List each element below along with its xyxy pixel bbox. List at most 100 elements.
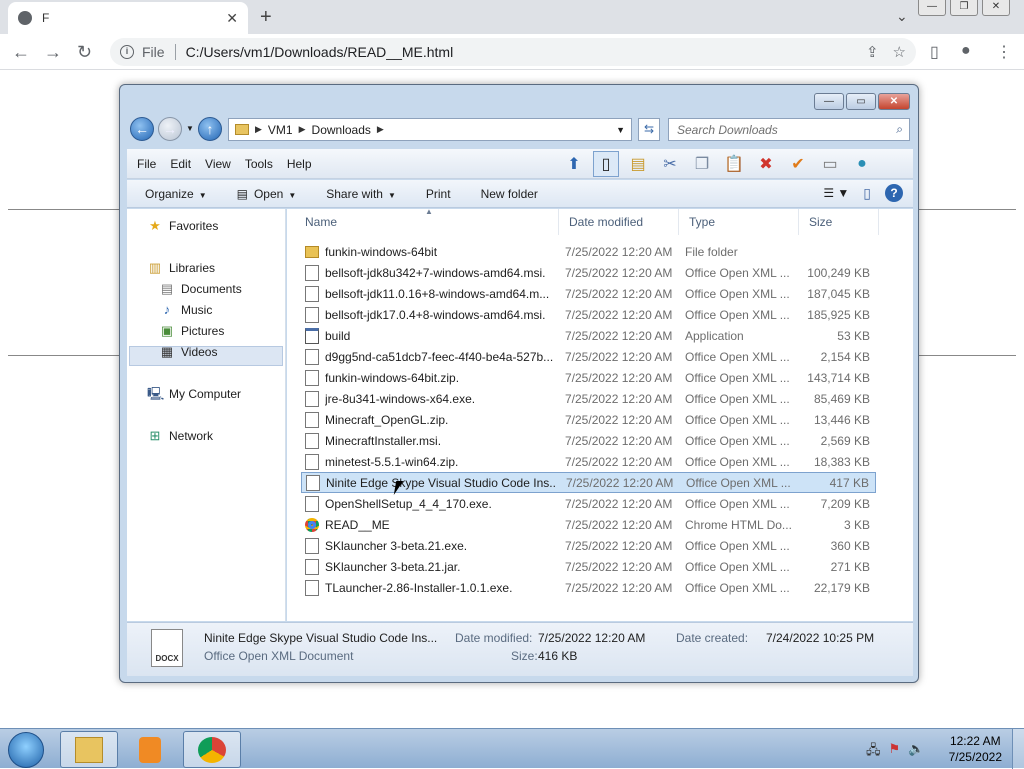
tab-search-chevron-icon[interactable]: ⌄ [896,8,908,25]
tab-close-icon[interactable]: ✕ [226,10,238,27]
tab-title: F [42,11,50,25]
url-text[interactable]: C:/Users/vm1/Downloads/READ__ME.html [186,44,852,60]
explorer-minimize-button[interactable]: — [814,93,844,110]
column-header-type[interactable]: Type [679,209,799,235]
nav-label: Pictures [181,324,225,338]
view-options-icon[interactable]: ☰ ▼ [823,186,849,200]
menu-tools[interactable]: Tools [245,157,273,171]
bookmark-star-icon[interactable]: ☆ [893,43,906,61]
taskbar-explorer[interactable] [60,731,118,768]
file-row[interactable]: d9gg5nd-ca51dcb7-feec-4f40-be4a-527b... 7… [301,346,876,367]
column-header-size[interactable]: Size [799,209,879,235]
column-header-date-modified[interactable]: Date modified [559,209,679,235]
nav-network[interactable]: ⊞ Network [147,429,214,444]
file-row[interactable]: bellsoft-jdk11.0.16+8-windows-amd64.m...… [301,283,876,304]
action-center-icon[interactable]: ⚑ [889,741,901,763]
menu-help[interactable]: Help [287,157,312,171]
info-icon[interactable]: i [120,45,134,59]
file-row[interactable]: funkin-windows-64bit.zip. 7/25/2022 12:20… [301,367,876,388]
explorer-maximize-button[interactable]: ▭ [846,93,876,110]
file-row[interactable]: SKlauncher 3-beta.21.jar. 7/25/2022 12:20… [301,556,876,577]
explorer-breadcrumb[interactable]: ▶ VM1 ▶ Downloads ▶ ▼ [228,118,632,141]
recent-pages-chevron-icon[interactable]: ▼ [186,124,194,133]
search-input[interactable]: Search Downloads ⌕ [668,118,910,141]
file-row[interactable]: build 7/25/2022 12:20 AM Application 53 KB [301,325,876,346]
clock[interactable]: 12:22 AM 7/25/2022 [949,733,1002,765]
file-row[interactable]: Minecraft_OpenGL.zip. 7/25/2022 12:20 AM O… [301,409,876,430]
file-row[interactable]: funkin-windows-64bit 7/25/2022 12:20 AM Fi… [301,241,876,262]
browser-tab[interactable]: F ✕ [8,2,248,34]
folders-pane-icon[interactable]: ▯ [593,151,619,177]
open-button[interactable]: ▤ Open ▼ [237,187,297,201]
cut-icon[interactable]: ✂ [657,151,683,177]
up-folder-icon[interactable]: ⬆ [561,151,587,177]
folder-options-icon[interactable]: ▤ [625,151,651,177]
properties-icon[interactable]: ▭ [817,151,843,177]
menu-view[interactable]: View [205,157,231,171]
nav-documents[interactable]: ▤ Documents [159,282,242,297]
nav-music[interactable]: ♪ Music [159,303,213,318]
volume-icon[interactable]: 🔈 [908,741,924,763]
explorer-close-button[interactable]: ✕ [878,93,910,110]
nav-my-computer[interactable]: 🖳 My Computer [147,387,241,402]
breadcrumb-chevron-icon[interactable]: ▶ [255,124,262,135]
share-with-button[interactable]: Share with ▼ [326,187,396,201]
breadcrumb-vm1[interactable]: VM1 [268,123,293,137]
taskbar-chrome[interactable] [183,731,241,768]
network-tray-icon[interactable]: 🖧 [866,741,881,763]
back-arrow-icon[interactable]: ← [12,42,30,63]
minimize-button[interactable]: — [918,0,946,16]
column-header-name[interactable]: Name [295,209,559,235]
new-tab-button[interactable]: + [260,6,272,29]
new-folder-button[interactable]: New folder [481,187,538,201]
organize-button[interactable]: Organize ▼ [145,187,207,201]
back-arrow-icon[interactable]: ← [130,117,154,141]
file-row[interactable]: READ__ME 7/25/2022 12:20 AM Chrome HTML Do… [301,514,876,535]
preview-pane-icon[interactable]: ▯ [863,185,871,202]
nav-favorites[interactable]: ★ Favorites [147,219,218,234]
file-row[interactable]: TLauncher-2.86-Installer-1.0.1.exe. 7/25/… [301,577,876,598]
menu-file[interactable]: File [137,157,156,171]
file-type: Office Open XML ... [685,286,790,301]
nav-pictures[interactable]: ▣ Pictures [159,324,225,339]
up-arrow-icon[interactable]: ↑ [198,117,222,141]
globe-icon[interactable]: ● [849,151,875,177]
file-row[interactable]: jre-8u341-windows-x64.exe. 7/25/2022 12:2… [301,388,876,409]
file-row[interactable]: Ninite Edge Skype Visual Studio Code Ins… [301,472,876,493]
reload-icon[interactable]: ↻ [77,42,92,63]
print-button[interactable]: Print [426,187,451,201]
start-button[interactable] [8,732,44,768]
chevron-down-icon[interactable]: ▼ [616,125,625,135]
menu-edit[interactable]: Edit [170,157,191,171]
nav-libraries[interactable]: ▥ Libraries [147,261,215,276]
file-row[interactable]: minetest-5.5.1-win64.zip. 7/25/2022 12:20… [301,451,876,472]
breadcrumb-chevron-icon[interactable]: ▶ [299,124,306,135]
menu-kebab-icon[interactable]: ⋮ [996,42,1012,62]
search-icon[interactable]: ⌕ [896,122,903,137]
file-row[interactable]: bellsoft-jdk17.0.4+8-windows-amd64.msi. 7… [301,304,876,325]
close-button[interactable]: ✕ [982,0,1010,16]
show-desktop-button[interactable] [1012,729,1024,769]
nav-label: Network [169,429,214,443]
breadcrumb-downloads[interactable]: Downloads [312,123,371,137]
nav-videos[interactable]: ▦ Videos [159,345,218,360]
file-row[interactable]: bellsoft-jdk8u342+7-windows-amd64.msi. 7/… [301,262,876,283]
address-bar[interactable]: i File C:/Users/vm1/Downloads/READ__ME.h… [110,38,916,66]
help-icon[interactable]: ? [885,184,903,202]
refresh-icon[interactable]: ⇆ [638,118,660,141]
delete-icon[interactable]: ✖ [753,151,779,177]
restore-button[interactable]: ❐ [950,0,978,16]
checkmark-icon[interactable]: ✔ [785,151,811,177]
forward-arrow-icon[interactable]: → [44,42,62,63]
profile-avatar-icon[interactable]: ● [961,42,971,60]
file-row[interactable]: SKlauncher 3-beta.21.exe. 7/25/2022 12:20… [301,535,876,556]
share-icon[interactable]: ⇪ [866,43,879,61]
copy-icon[interactable]: ❐ [689,151,715,177]
paste-icon[interactable]: 📋 [721,151,747,177]
file-row[interactable]: MinecraftInstaller.msi. 7/25/2022 12:20 A… [301,430,876,451]
side-panel-icon[interactable]: ▯ [930,42,939,62]
taskbar-media-player[interactable] [121,731,179,768]
forward-arrow-icon[interactable]: → [158,117,182,141]
file-row[interactable]: OpenShellSetup_4_4_170.exe. 7/25/2022 12:… [301,493,876,514]
breadcrumb-chevron-icon[interactable]: ▶ [377,124,384,135]
